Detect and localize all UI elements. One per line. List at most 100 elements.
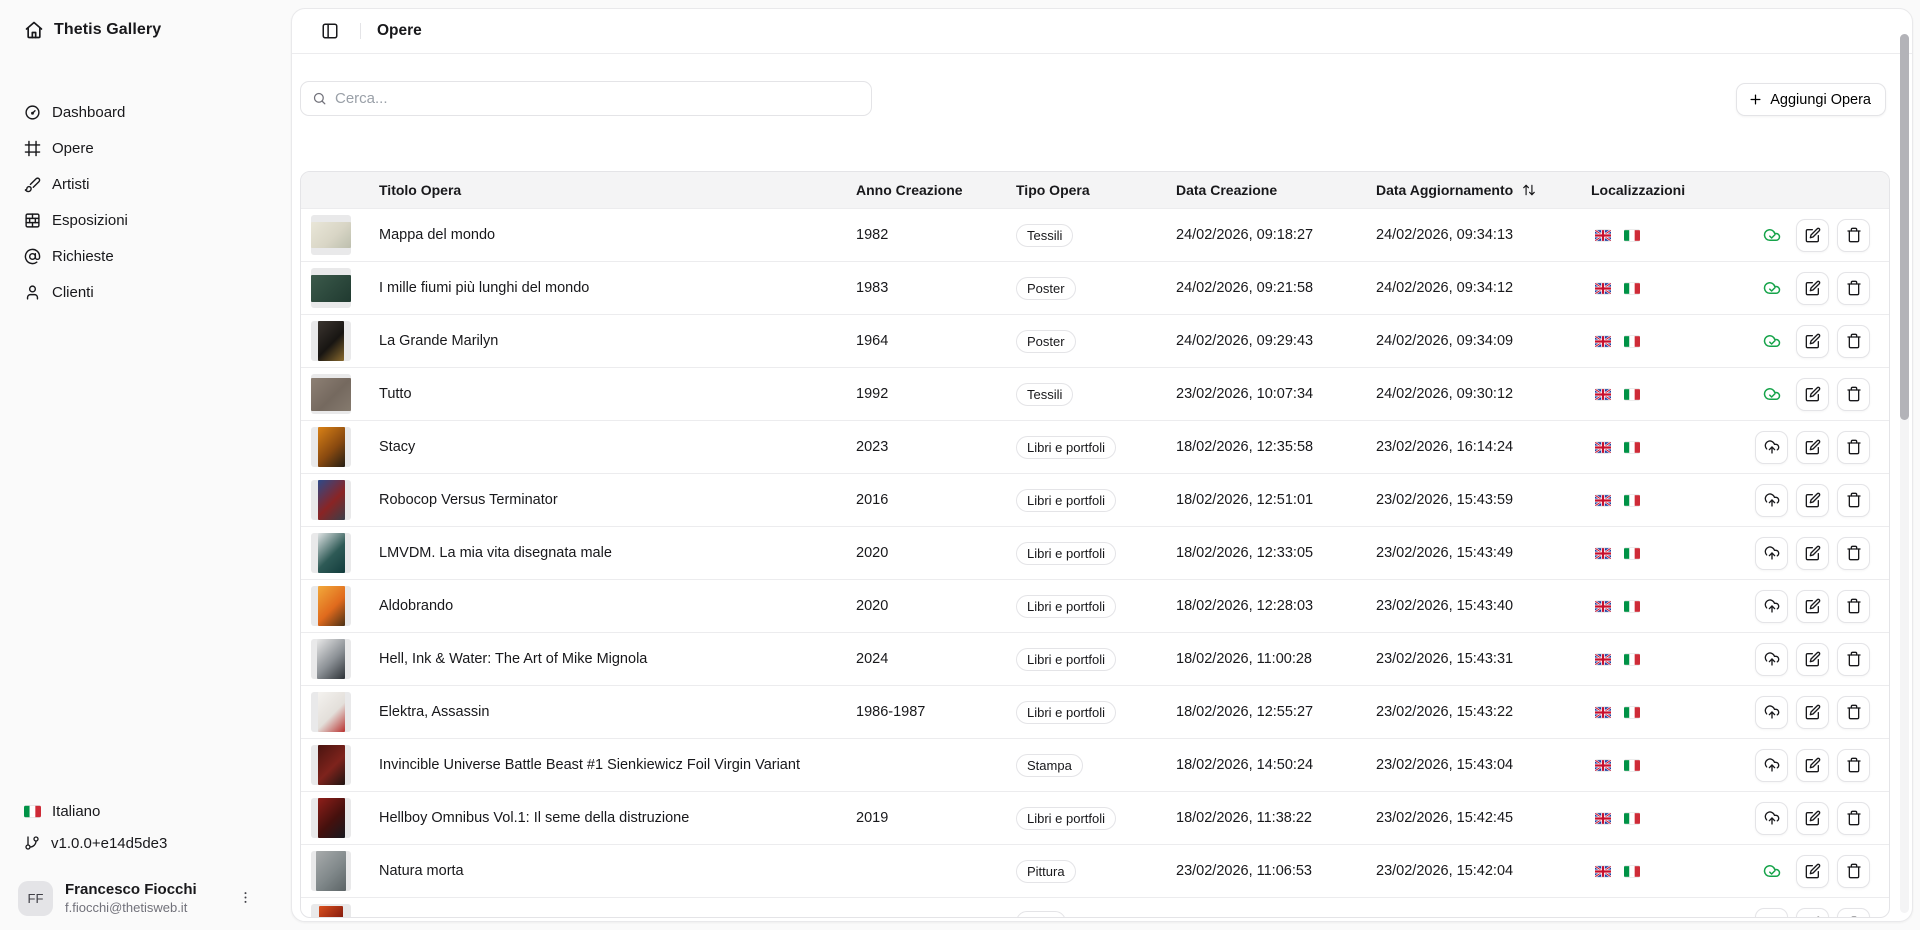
sidebar-item-dashboard[interactable]: Dashboard [0, 96, 291, 128]
delete-button[interactable] [1837, 643, 1870, 676]
published-cloud-check-icon[interactable] [1755, 272, 1788, 305]
edit-button[interactable] [1796, 908, 1829, 919]
column-localizations: Localizzazioni [1577, 182, 1742, 198]
table-row[interactable]: Hell, Ink & Water: The Art of Mike Migno… [301, 632, 1889, 685]
edit-pencil-icon [1805, 916, 1821, 918]
edit-button[interactable] [1796, 590, 1829, 623]
table-row[interactable]: Hellboy Omnibus Vol.1: Il seme della dis… [301, 791, 1889, 844]
publish-upload-button[interactable] [1755, 696, 1788, 729]
edit-button[interactable] [1796, 802, 1829, 835]
cell-actions [1742, 219, 1889, 252]
cloud-upload-icon [1764, 810, 1780, 826]
scrollbar-track[interactable] [1900, 34, 1909, 913]
table-row[interactable]: LMVDM. La mia vita disegnata male 2020 L… [301, 526, 1889, 579]
publish-upload-button[interactable] [1755, 802, 1788, 835]
sidebar-footer: Italiano v1.0.0+e14d5de3 FF Francesco Fi… [0, 795, 291, 930]
edit-button[interactable] [1796, 537, 1829, 570]
table-row[interactable]: Stacy 2023 Libri e portfoli 18/02/2026, … [301, 420, 1889, 473]
table-row[interactable]: Mappa del mondo 1982 Tessili 24/02/2026,… [301, 208, 1889, 261]
table-header-row: Titolo Opera Anno Creazione Tipo Opera D… [301, 172, 1889, 208]
published-cloud-check-icon[interactable] [1755, 855, 1788, 888]
edit-button[interactable] [1796, 855, 1829, 888]
page-title: Opere [377, 22, 422, 40]
delete-button[interactable] [1837, 431, 1870, 464]
search-input[interactable] [335, 90, 835, 107]
published-cloud-check-icon[interactable] [1755, 219, 1788, 252]
more-options-icon[interactable] [238, 890, 253, 910]
published-cloud-check-icon[interactable] [1755, 378, 1788, 411]
cell-updated: 24/02/2026, 09:34:12 [1362, 280, 1577, 296]
delete-button[interactable] [1837, 325, 1870, 358]
cloud-upload-icon [1764, 439, 1780, 455]
published-cloud-check-icon[interactable] [1755, 325, 1788, 358]
delete-button[interactable] [1837, 537, 1870, 570]
edit-button[interactable] [1796, 749, 1829, 782]
sidebar-toggle-button[interactable] [316, 17, 344, 45]
table-row[interactable]: Aldobrando 2020 Libri e portfoli 18/02/2… [301, 579, 1889, 632]
sidebar-item-artisti[interactable]: Artisti [0, 168, 291, 200]
language-selector[interactable]: Italiano [0, 795, 291, 827]
table-row[interactable] [301, 897, 1889, 918]
table-row[interactable]: Elektra, Assassin 1986-1987 Libri e port… [301, 685, 1889, 738]
cell-updated: 24/02/2026, 09:34:09 [1362, 333, 1577, 349]
cell-localizations [1577, 335, 1742, 348]
delete-button[interactable] [1837, 219, 1870, 252]
delete-button[interactable] [1837, 802, 1870, 835]
table-row[interactable]: La Grande Marilyn 1964 Poster 24/02/2026… [301, 314, 1889, 367]
user-menu[interactable]: FF Francesco Fiocchi f.fiocchi@thetisweb… [18, 881, 275, 916]
cloud-upload-icon [1764, 598, 1780, 614]
edit-button[interactable] [1796, 219, 1829, 252]
edit-pencil-icon [1805, 333, 1821, 349]
delete-button[interactable] [1837, 378, 1870, 411]
cell-actions [1742, 590, 1889, 623]
add-opera-button[interactable]: Aggiungi Opera [1736, 83, 1886, 116]
cell-year: 2016 [842, 492, 1002, 508]
edit-button[interactable] [1796, 643, 1829, 676]
table-row[interactable]: Tutto 1992 Tessili 23/02/2026, 10:07:34 … [301, 367, 1889, 420]
publish-upload-button[interactable] [1755, 908, 1788, 919]
delete-button[interactable] [1837, 484, 1870, 517]
sidebar-item-label: Clienti [52, 284, 94, 301]
table-row[interactable]: Natura morta Pittura 23/02/2026, 11:06:5… [301, 844, 1889, 897]
sidebar-item-opere[interactable]: Opere [0, 132, 291, 164]
edit-button[interactable] [1796, 696, 1829, 729]
delete-button[interactable] [1837, 908, 1870, 919]
publish-upload-button[interactable] [1755, 749, 1788, 782]
cell-created: 18/02/2026, 11:00:28 [1162, 651, 1362, 667]
table-row[interactable]: Invincible Universe Battle Beast #1 Sien… [301, 738, 1889, 791]
edit-button[interactable] [1796, 431, 1829, 464]
delete-button[interactable] [1837, 855, 1870, 888]
sidebar-item-richieste[interactable]: Richieste [0, 240, 291, 272]
delete-button[interactable] [1837, 749, 1870, 782]
artwork-thumbnail [311, 851, 351, 891]
cell-created: 18/02/2026, 12:33:05 [1162, 545, 1362, 561]
edit-button[interactable] [1796, 325, 1829, 358]
edit-button[interactable] [1796, 484, 1829, 517]
uk-flag-icon [1595, 388, 1611, 401]
publish-upload-button[interactable] [1755, 643, 1788, 676]
column-updated-sort[interactable]: Data Aggiornamento [1362, 182, 1577, 198]
artwork-thumbnail [311, 639, 351, 679]
delete-button[interactable] [1837, 272, 1870, 305]
edit-button[interactable] [1796, 272, 1829, 305]
table-row[interactable]: I mille fiumi più lunghi del mondo 1983 … [301, 261, 1889, 314]
search-box[interactable] [300, 81, 872, 116]
type-badge: Libri e portfoli [1016, 701, 1116, 724]
app-title: Thetis Gallery [54, 21, 161, 39]
table-row[interactable]: Robocop Versus Terminator 2016 Libri e p… [301, 473, 1889, 526]
cloud-upload-icon [1764, 757, 1780, 773]
trash-icon [1846, 439, 1862, 455]
publish-upload-button[interactable] [1755, 537, 1788, 570]
cell-year: 1986-1987 [842, 704, 1002, 720]
publish-upload-button[interactable] [1755, 484, 1788, 517]
cell-year: 2020 [842, 598, 1002, 614]
publish-upload-button[interactable] [1755, 431, 1788, 464]
italy-flag-icon [1624, 335, 1640, 348]
delete-button[interactable] [1837, 696, 1870, 729]
delete-button[interactable] [1837, 590, 1870, 623]
publish-upload-button[interactable] [1755, 590, 1788, 623]
sidebar-item-esposizioni[interactable]: Esposizioni [0, 204, 291, 236]
scrollbar-thumb[interactable] [1900, 34, 1909, 420]
sidebar-item-clienti[interactable]: Clienti [0, 276, 291, 308]
edit-button[interactable] [1796, 378, 1829, 411]
